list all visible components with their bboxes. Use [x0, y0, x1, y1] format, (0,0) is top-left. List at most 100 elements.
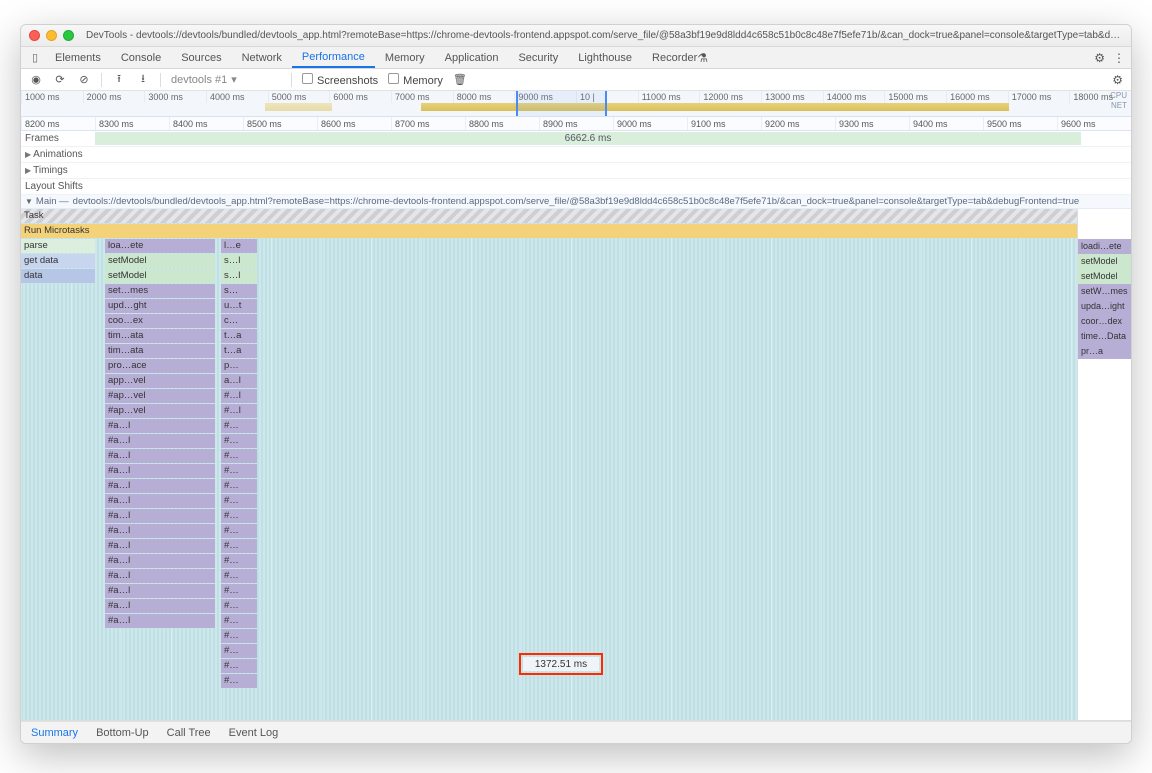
titlebar: DevTools - devtools://devtools/bundled/d… — [21, 25, 1131, 47]
record-icon[interactable]: ◉ — [29, 73, 43, 86]
zoom-window-button[interactable] — [63, 30, 74, 41]
overview-tick: 1000 ms — [21, 91, 83, 103]
flame-bar[interactable]: #…l — [221, 389, 257, 403]
flame-bar[interactable]: t…a — [221, 344, 257, 358]
session-select[interactable]: devtools #1▾ — [171, 73, 281, 86]
flame-bar-right[interactable]: time…Data — [1078, 329, 1131, 344]
flame-bar[interactable]: t…a — [221, 329, 257, 343]
reload-icon[interactable]: ⟳ — [53, 73, 67, 86]
flame-bar-right[interactable]: upda…ight — [1078, 299, 1131, 314]
tab-security[interactable]: Security — [508, 47, 568, 68]
upload-icon[interactable]: ⭱ — [112, 70, 126, 89]
btab-bottom-up[interactable]: Bottom-Up — [96, 727, 149, 739]
timings-track[interactable]: ▶Timings — [21, 163, 1131, 179]
close-window-button[interactable] — [29, 30, 40, 41]
flame-bar[interactable]: c… — [221, 314, 257, 328]
flame-bar-right[interactable]: loadi…ete — [1078, 239, 1131, 254]
settings-icon[interactable]: ⚙ — [1094, 51, 1105, 65]
overview-tick: 11000 ms — [638, 91, 700, 103]
btab-call-tree[interactable]: Call Tree — [167, 727, 211, 739]
flame-bar[interactable]: #… — [221, 629, 257, 643]
flame-bar[interactable]: #… — [221, 644, 257, 658]
tab-network[interactable]: Network — [232, 47, 292, 68]
flame-body[interactable]: loadi…etesetModelsetModelsetW…mesupda…ig… — [21, 209, 1131, 720]
perf-toolbar: ◉ ⟳ ⊘ ⭱ ⭳ devtools #1▾ Screenshots Memor… — [21, 69, 1131, 91]
devtools-window: DevTools - devtools://devtools/bundled/d… — [20, 24, 1132, 744]
clear-icon[interactable]: ⊘ — [77, 73, 91, 86]
flame-bar[interactable]: a…l — [221, 374, 257, 388]
flame-bar[interactable]: #… — [221, 569, 257, 583]
flame-bar[interactable]: #… — [221, 464, 257, 478]
traffic-lights — [29, 30, 74, 41]
flame-bar[interactable]: #… — [221, 449, 257, 463]
overview-tick: 13000 ms — [761, 91, 823, 103]
flame-bar[interactable]: #… — [221, 584, 257, 598]
tab-recorder[interactable]: Recorder ⚗ — [642, 47, 718, 68]
flame-bar[interactable]: Task — [21, 209, 1077, 223]
download-icon[interactable]: ⭳ — [136, 70, 150, 89]
flame-bar-right[interactable]: setW…mes — [1078, 284, 1131, 299]
perf-settings-icon[interactable]: ⚙ — [1112, 73, 1123, 87]
overview-minimap[interactable]: 1000 ms2000 ms3000 ms4000 ms5000 ms6000 … — [21, 91, 1131, 117]
overview-tick: 8000 ms — [453, 91, 515, 103]
flame-bar[interactable]: Run Microtasks — [21, 224, 1077, 238]
flame-bar[interactable]: #…l — [221, 404, 257, 418]
flame-bar[interactable]: p… — [221, 359, 257, 373]
flame-bar-right[interactable]: setModel — [1078, 254, 1131, 269]
flame-bar[interactable]: #… — [221, 479, 257, 493]
flame-bar[interactable]: #… — [221, 614, 257, 628]
main-thread-header[interactable]: ▼ Main — devtools://devtools/bundled/dev… — [21, 195, 1131, 209]
screenshots-toggle[interactable]: Screenshots — [302, 73, 378, 87]
overview-tick: 17000 ms — [1008, 91, 1070, 103]
trash-icon[interactable]: 🗑 — [453, 73, 467, 86]
ruler-tick: 8200 ms — [21, 117, 95, 130]
memory-toggle[interactable]: Memory — [388, 73, 443, 87]
ruler-tick: 8300 ms — [95, 117, 169, 130]
tab-elements[interactable]: Elements — [45, 47, 111, 68]
ruler-tick: 8700 ms — [391, 117, 465, 130]
tooltip-highlight: 1372.51 ms — [519, 653, 603, 675]
flame-bar[interactable]: #… — [221, 524, 257, 538]
flame-bar[interactable]: s… — [221, 284, 257, 298]
flame-bar[interactable]: #… — [221, 494, 257, 508]
layout-shifts-track[interactable]: Layout Shifts — [21, 179, 1131, 195]
inspect-icon[interactable]: ▯ — [25, 47, 45, 68]
tab-console[interactable]: Console — [111, 47, 171, 68]
flame-bar[interactable]: #… — [221, 419, 257, 433]
tab-performance[interactable]: Performance — [292, 47, 375, 68]
btab-event-log[interactable]: Event Log — [229, 727, 279, 739]
flame-bar[interactable]: #… — [221, 599, 257, 613]
time-ruler[interactable]: 8200 ms8300 ms8400 ms8500 ms8600 ms8700 … — [21, 117, 1131, 131]
overview-tick: 5000 ms — [268, 91, 330, 103]
overview-tick: 6000 ms — [329, 91, 391, 103]
flame-bar[interactable]: #… — [221, 554, 257, 568]
frames-track[interactable]: Frames 6662.6 ms — [21, 131, 1131, 147]
flame-bar-right[interactable]: coor…dex — [1078, 314, 1131, 329]
flame-bar[interactable]: #… — [221, 509, 257, 523]
flame-bar[interactable]: s…l — [221, 254, 257, 268]
ruler-tick: 8500 ms — [243, 117, 317, 130]
tab-application[interactable]: Application — [435, 47, 509, 68]
flame-bar[interactable]: u…t — [221, 299, 257, 313]
flame-bar[interactable]: l…e — [221, 239, 257, 253]
flame-bar[interactable]: #… — [221, 659, 257, 673]
flame-bar-right[interactable]: pr…a — [1078, 344, 1131, 359]
flame-bar[interactable]: #… — [221, 539, 257, 553]
flamechart[interactable]: 8200 ms8300 ms8400 ms8500 ms8600 ms8700 … — [21, 117, 1131, 721]
flame-bar[interactable]: #… — [221, 434, 257, 448]
ruler-tick: 8900 ms — [539, 117, 613, 130]
ruler-tick: 8400 ms — [169, 117, 243, 130]
tab-memory[interactable]: Memory — [375, 47, 435, 68]
frames-bar: 6662.6 ms — [95, 132, 1081, 145]
btab-summary[interactable]: Summary — [31, 727, 78, 739]
minimize-window-button[interactable] — [46, 30, 57, 41]
ruler-tick: 9100 ms — [687, 117, 761, 130]
flame-bar-right[interactable]: setModel — [1078, 269, 1131, 284]
flame-bar[interactable]: #… — [221, 674, 257, 688]
animations-track[interactable]: ▶Animations — [21, 147, 1131, 163]
tab-lighthouse[interactable]: Lighthouse — [568, 47, 642, 68]
flame-bar[interactable]: s…l — [221, 269, 257, 283]
more-icon[interactable]: ⋮ — [1113, 51, 1125, 65]
tab-sources[interactable]: Sources — [171, 47, 231, 68]
overview-tick: 2000 ms — [83, 91, 145, 103]
